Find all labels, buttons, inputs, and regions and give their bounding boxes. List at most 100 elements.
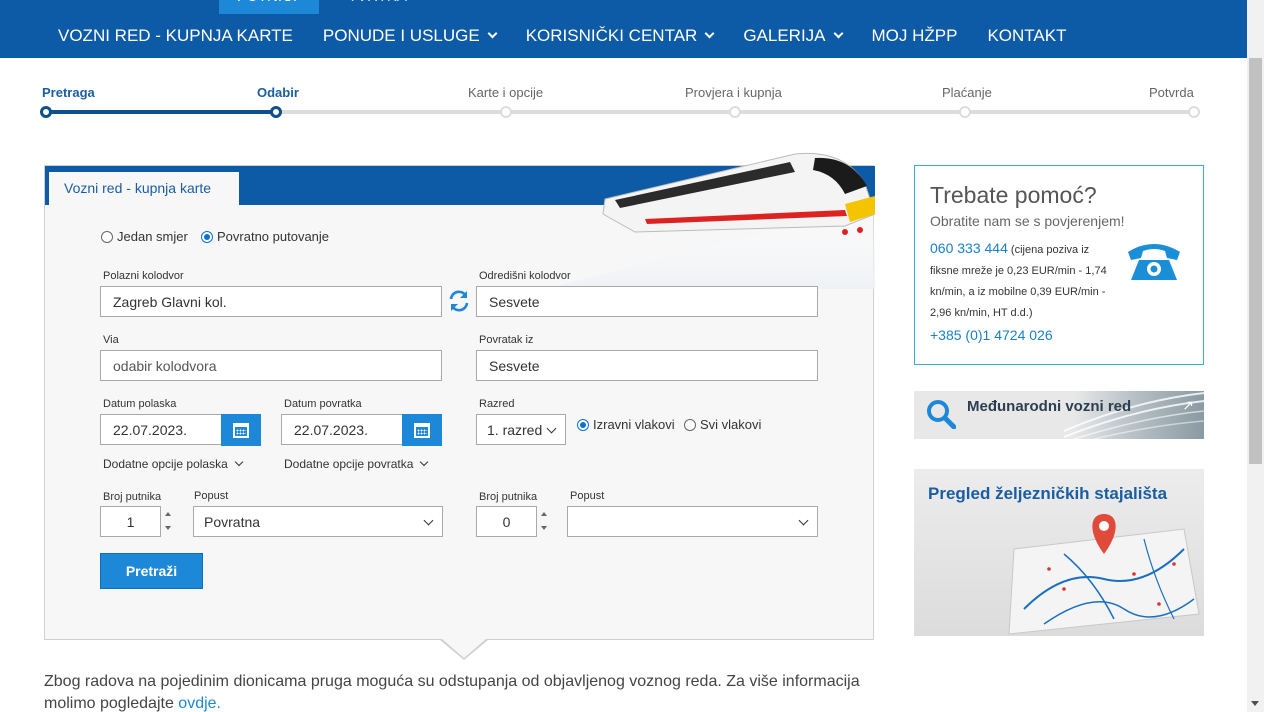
map-illustration <box>1008 514 1200 635</box>
tab-tvrtka[interactable]: TVRTKA <box>330 0 425 14</box>
booking-progress-steps: Pretraga Odabir Karte i opcije Provjera … <box>40 85 1200 119</box>
toggle-label: Dodatne opcije polaska <box>103 457 228 471</box>
international-timetable-banner[interactable]: Međunarodni vozni red ↗ <box>914 391 1204 439</box>
chevron-down-icon <box>420 457 429 467</box>
radio-label: Povratno putovanje <box>217 229 330 244</box>
passengers2-stepper[interactable] <box>538 506 552 537</box>
help-phone-number[interactable]: 060 333 444 <box>930 240 1008 256</box>
direct-trains-option[interactable]: Izravni vlakovi <box>577 417 675 432</box>
class-label: Razred <box>479 398 515 410</box>
calendar-icon <box>414 423 430 438</box>
class-select-value: 1. razred <box>487 422 543 438</box>
radio-label: Jedan smjer <box>117 229 188 244</box>
scroll-down-arrow-icon[interactable] <box>1251 701 1259 706</box>
all-trains-option[interactable]: Svi vlakovi <box>684 417 761 432</box>
notice-text: Zbog radova na pojedinim dionicama pruga… <box>44 673 860 712</box>
menu-label: PONUDE I USLUGE <box>322 26 480 45</box>
notice-link[interactable]: ovdje. <box>178 695 221 712</box>
chevron-down-icon <box>704 28 715 39</box>
step-dot-5 <box>959 106 971 118</box>
radio-direct-trains[interactable] <box>577 418 589 431</box>
menu-label: MOJ HŽPP <box>871 26 958 45</box>
main-navbar: PUTNICI TVRTKA VOZNI RED - KUPNJA KARTE … <box>0 0 1247 58</box>
banner-international-label: Međunarodni vozni red <box>967 398 1132 415</box>
discount-select[interactable]: Povratna <box>193 506 443 537</box>
step-placanje: Plaćanje <box>942 85 992 100</box>
page-scrollbar[interactable] <box>1247 0 1264 712</box>
radio-all-trains[interactable] <box>684 418 696 431</box>
step-dot-4 <box>729 106 741 118</box>
radio-return[interactable] <box>201 230 213 243</box>
discount2-select[interactable] <box>567 506 818 537</box>
help-box: Trebate pomoć? Obratite nam se s povjere… <box>914 165 1204 365</box>
spin-up-icon[interactable] <box>165 512 171 516</box>
telephone-icon <box>1128 244 1180 280</box>
class-select[interactable]: 1. razred <box>476 414 566 445</box>
search-button[interactable]: Pretraži <box>100 553 203 589</box>
departure-label: Polazni kolodvor <box>103 270 184 282</box>
panel-tab-title[interactable]: Vozni red - kupnja karte <box>49 172 239 205</box>
trip-one-way-option[interactable]: Jedan smjer <box>101 229 188 244</box>
toggle-label: Dodatne opcije povratka <box>284 457 414 471</box>
depart-calendar-button[interactable] <box>221 414 261 446</box>
step-provjera-i-kupnja: Provjera i kupnja <box>685 85 782 100</box>
tab-putnici[interactable]: PUTNICI <box>219 0 319 14</box>
destination-station-input[interactable]: Sesvete <box>476 286 818 317</box>
calendar-icon <box>233 423 249 438</box>
steps-track-done <box>46 110 276 114</box>
menu-vozni-red[interactable]: VOZNI RED - KUPNJA KARTE <box>58 26 293 46</box>
scrollbar-thumb[interactable] <box>1249 58 1262 464</box>
discount-select-value: Povratna <box>204 514 261 530</box>
return-date-input[interactable]: 22.07.2023. <box>281 414 403 445</box>
depart-date-label: Datum polaska <box>103 398 177 410</box>
trip-return-option[interactable]: Povratno putovanje <box>201 229 329 244</box>
menu-kontakt[interactable]: KONTAKT <box>987 26 1066 46</box>
discount-label: Popust <box>194 490 229 502</box>
chevron-down-icon <box>234 457 244 467</box>
help-phone-info: 060 333 444 (cijena poziva iz fiksne mre… <box>930 238 1120 324</box>
spin-down-icon[interactable] <box>165 526 171 530</box>
step-pretraga[interactable]: Pretraga <box>42 85 95 100</box>
menu-moj-hzpp[interactable]: MOJ HŽPP <box>872 26 958 46</box>
step-potvrda: Potvrda <box>1149 85 1194 100</box>
spin-up-icon[interactable] <box>541 512 547 516</box>
return-calendar-button[interactable] <box>402 414 442 446</box>
extra-return-options-toggle[interactable]: Dodatne opcije povratka <box>284 457 429 471</box>
passengers2-input[interactable]: 0 <box>476 506 537 537</box>
passengers-label: Broj putnika <box>103 491 162 503</box>
chevron-down-icon <box>546 423 557 434</box>
step-dot-1 <box>40 106 52 118</box>
passengers-input[interactable]: 1 <box>100 506 161 537</box>
radio-label: Izravni vlakovi <box>593 417 675 432</box>
train-illustration <box>545 152 875 289</box>
return-from-input[interactable]: Sesvete <box>476 350 818 381</box>
chevron-down-icon <box>423 515 434 526</box>
swap-stations-icon[interactable] <box>447 290 471 312</box>
passengers-stepper[interactable] <box>162 506 176 537</box>
menu-galerija[interactable]: GALERIJA <box>743 26 843 46</box>
departure-station-input[interactable]: Zagreb Glavni kol. <box>100 286 442 317</box>
external-arrow-icon: ↗ <box>1182 397 1194 413</box>
destination-label: Odredišni kolodvor <box>479 270 571 282</box>
panel-pointer-inner <box>442 639 486 658</box>
chevron-down-icon <box>487 28 498 39</box>
radio-one-way[interactable] <box>101 230 113 243</box>
step-odabir[interactable]: Odabir <box>257 85 299 100</box>
banner-stations-label: Pregled željezničkih stajališta <box>928 484 1168 503</box>
page: PUTNICI TVRTKA VOZNI RED - KUPNJA KARTE … <box>0 0 1264 712</box>
step-karte-i-opcije: Karte i opcije <box>468 85 544 100</box>
depart-date-input[interactable]: 22.07.2023. <box>100 414 222 445</box>
via-station-input[interactable]: odabir kolodvora <box>100 350 442 381</box>
stations-overview-banner[interactable]: Pregled željezničkih stajališta <box>914 469 1204 636</box>
menu-label: KONTAKT <box>987 26 1067 45</box>
chevron-down-icon <box>833 28 843 39</box>
search-icon <box>927 400 956 429</box>
return-date-label: Datum povratka <box>284 398 362 410</box>
extra-depart-options-toggle[interactable]: Dodatne opcije polaska <box>103 457 244 471</box>
menu-ponude[interactable]: PONUDE I USLUGE <box>322 26 498 46</box>
help-phone-number-2[interactable]: +385 (0)1 4724 026 <box>930 327 1053 343</box>
spin-down-icon[interactable] <box>541 526 547 530</box>
help-title: Trebate pomoć? <box>930 182 1097 208</box>
menu-korisnicki-centar[interactable]: KORISNIČKI CENTAR <box>526 26 715 46</box>
chevron-down-icon <box>798 515 809 526</box>
